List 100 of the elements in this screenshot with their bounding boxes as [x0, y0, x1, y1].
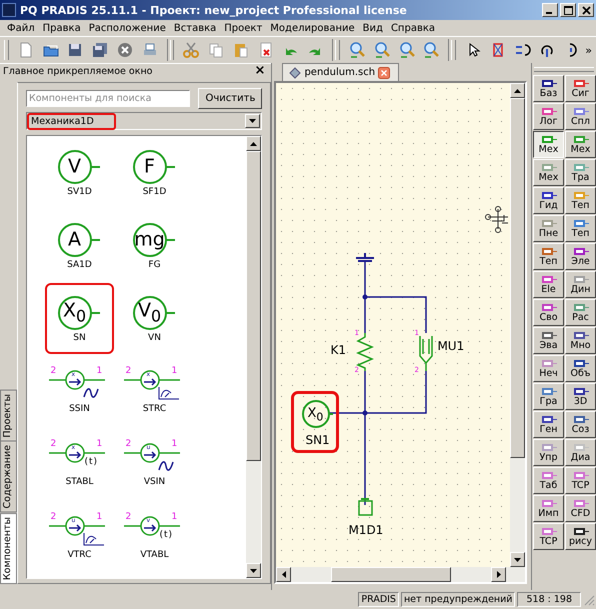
library-button[interactable]: Теп [565, 215, 596, 242]
search-field[interactable]: Компоненты для поиска [26, 90, 190, 107]
maximize-button[interactable] [560, 3, 576, 17]
tab-close-icon[interactable] [378, 66, 390, 78]
menu-item[interactable]: Проект [220, 22, 266, 34]
library-button[interactable]: Эва [533, 327, 564, 354]
category-value: Механика1D [27, 112, 116, 130]
component-label: SN1 [305, 433, 330, 447]
library-button[interactable]: Дин [565, 271, 596, 298]
junction-dot [362, 294, 368, 300]
library-button[interactable]: Теп [533, 243, 564, 270]
symbol-text: V$_{0}$ [138, 301, 162, 324]
scrollbar-thumb[interactable] [246, 151, 262, 461]
close-button[interactable] [578, 3, 594, 17]
library-button[interactable]: Гид [533, 187, 564, 214]
sine-wave-icon [158, 458, 174, 470]
library-button[interactable]: Теп [565, 187, 596, 214]
library-button[interactable]: 3D [565, 383, 596, 410]
library-button[interactable]: Пне [533, 215, 564, 242]
menu-item[interactable]: Вставка [170, 22, 220, 34]
scroll-right-button[interactable] [491, 567, 506, 582]
symbol-text: V [68, 157, 81, 176]
component-item[interactable]: A SA1D [45, 210, 114, 281]
component-item[interactable]: mg FG [120, 210, 189, 281]
library-button[interactable]: Упр [533, 439, 564, 466]
library-button[interactable]: Мно [565, 327, 596, 354]
status-coordinates: 518 : 198 [517, 592, 581, 607]
menu-item[interactable]: Моделирование [266, 22, 359, 34]
component-item[interactable]: V$_{0}$ VN [120, 283, 189, 354]
component-label: SF1D [142, 186, 166, 196]
library-button[interactable]: Эле [565, 243, 596, 270]
library-button[interactable]: Ген [533, 411, 564, 438]
mass-icon [358, 498, 374, 516]
document-tab[interactable]: pendulum.sch [282, 63, 400, 81]
menu-item[interactable]: Файл [3, 22, 39, 34]
tab-label: pendulum.sch [304, 67, 376, 78]
library-button[interactable]: Диа [565, 439, 596, 466]
pin-number: 1 [96, 366, 102, 376]
component-label: STABL [66, 476, 94, 486]
component-item[interactable]: X$_{0}$ SN [45, 283, 114, 354]
library-button[interactable]: Неч [533, 355, 564, 382]
scrollbar-thumb[interactable] [331, 567, 452, 582]
component-label: SN [73, 332, 86, 342]
side-tab[interactable]: Компоненты [0, 512, 17, 584]
component-label: VTABL [140, 550, 169, 560]
library-button[interactable]: Мех [533, 131, 564, 158]
component-label: K1 [330, 343, 346, 357]
library-button[interactable]: Рас [565, 299, 596, 326]
library-button[interactable]: Баз [533, 75, 564, 102]
panel-close-button[interactable]: × [254, 65, 266, 77]
library-button[interactable]: Соз [565, 411, 596, 438]
menu-item[interactable]: Справка [386, 22, 440, 34]
symbol-circle-icon [132, 222, 178, 258]
library-button[interactable]: CFD [565, 495, 596, 522]
minimize-button[interactable] [542, 3, 558, 17]
menu-item[interactable]: Расположение [84, 22, 170, 34]
close-icon [582, 6, 590, 14]
clear-button[interactable]: Очистить [198, 88, 262, 109]
component-item[interactable]: F SF1D [120, 137, 189, 208]
panel-title: Главное прикрепляемое окно [3, 66, 152, 76]
library-button[interactable]: Имп [533, 495, 564, 522]
library-button[interactable]: Таб [533, 467, 564, 494]
library-button[interactable]: Спл [565, 103, 596, 130]
component-label: SSIN [69, 404, 90, 414]
symbol-circle-icon [132, 294, 178, 330]
component-label: VSIN [144, 476, 166, 486]
component-label: STRC [142, 404, 166, 414]
side-tab[interactable]: Проекты [0, 390, 17, 442]
mechanism-icon [485, 206, 509, 233]
side-tab[interactable]: Содержание [0, 441, 17, 513]
symbol-text: X$_{0}$ [62, 301, 86, 324]
library-button[interactable]: Тра [565, 159, 596, 186]
pin-number: 2 [126, 366, 132, 376]
library-button[interactable]: Сиг [565, 75, 596, 102]
down-arrow-icon [250, 568, 258, 572]
component-item[interactable]: V SV1D [45, 137, 114, 208]
toolbar-overflow-button[interactable]: » [585, 44, 592, 56]
menu-item[interactable]: Правка [38, 22, 85, 34]
library-button[interactable]: Сво [533, 299, 564, 326]
menu-item[interactable]: Вид [358, 22, 387, 34]
scroll-down-button[interactable] [246, 563, 262, 578]
scroll-up-button[interactable] [510, 83, 525, 98]
library-button[interactable]: Ele [533, 271, 564, 298]
window-title: PQ PRADIS 25.11.1 - Проект: new_project Professional license [20, 4, 408, 16]
component-label: SA1D [67, 260, 92, 270]
scrollbar-thumb[interactable] [510, 98, 525, 458]
scroll-down-button[interactable] [510, 552, 525, 567]
library-button[interactable]: Лог [533, 103, 564, 130]
library-button[interactable]: TCP [533, 523, 564, 550]
damper-icon [420, 335, 434, 372]
library-button[interactable]: TCP [565, 467, 596, 494]
library-button[interactable]: рису [565, 523, 596, 550]
library-button[interactable]: Объ [565, 355, 596, 382]
scroll-left-button[interactable] [276, 567, 292, 582]
library-button[interactable]: Мех [533, 159, 564, 186]
category-dropdown[interactable]: Механика1D [26, 112, 262, 130]
scroll-up-button[interactable] [246, 136, 262, 151]
library-button[interactable]: Мех [565, 131, 596, 158]
pin-number: 2 [50, 366, 56, 376]
library-button[interactable]: Гра [533, 383, 564, 410]
